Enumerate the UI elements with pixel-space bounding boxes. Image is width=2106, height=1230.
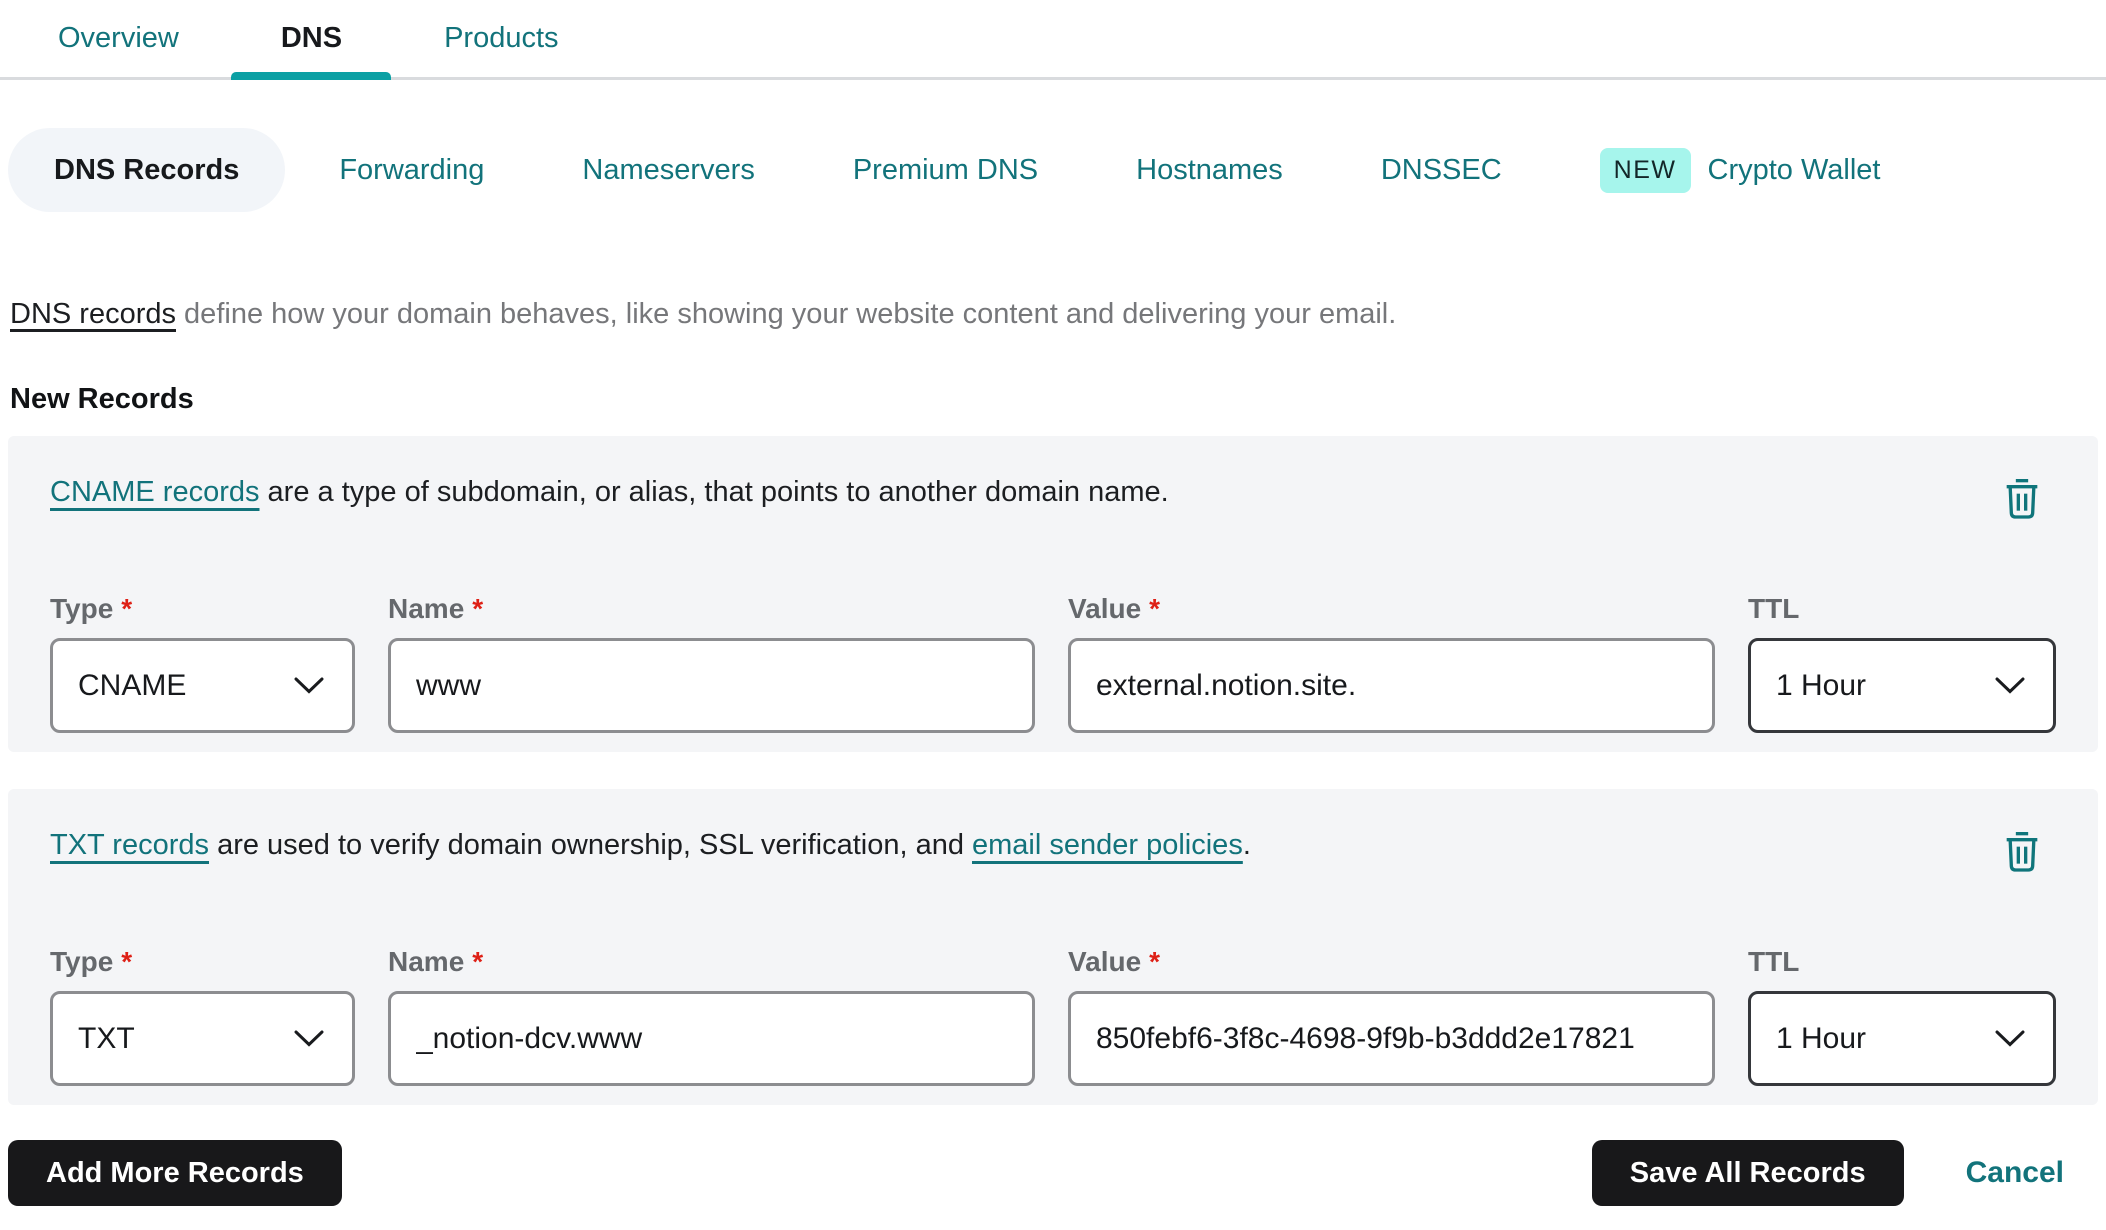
- cname-name-input[interactable]: [388, 638, 1035, 733]
- cname-type-field: Type * CNAME: [50, 594, 355, 733]
- dns-records-link[interactable]: DNS records: [10, 298, 176, 330]
- delete-txt-record-button[interactable]: [2002, 831, 2042, 875]
- txt-records-link[interactable]: TXT records: [50, 829, 209, 861]
- dns-subtabs: DNS Records Forwarding Nameservers Premi…: [8, 128, 2106, 212]
- tab-overview[interactable]: Overview: [58, 0, 179, 77]
- email-sender-policies-link[interactable]: email sender policies: [972, 829, 1243, 861]
- subtab-forwarding[interactable]: Forwarding: [339, 154, 484, 187]
- cname-name-field: Name *: [388, 594, 1035, 733]
- delete-cname-record-button[interactable]: [2002, 478, 2042, 522]
- value-label: Value *: [1068, 593, 1161, 624]
- domain-tabbar: Overview DNS Products: [0, 0, 2106, 80]
- save-all-records-button[interactable]: Save All Records: [1591, 1140, 1904, 1206]
- required-asterisk: *: [472, 593, 484, 624]
- subtab-crypto-wallet[interactable]: NEW Crypto Wallet: [1599, 147, 1881, 193]
- txt-type-field: Type * TXT: [50, 947, 355, 1086]
- cname-description: CNAME records are a type of subdomain, o…: [50, 474, 1169, 510]
- txt-name-field: Name *: [388, 947, 1035, 1086]
- subtab-premium-dns[interactable]: Premium DNS: [853, 154, 1038, 187]
- subtab-crypto-wallet-label: Crypto Wallet: [1707, 153, 1881, 186]
- cname-type-value: CNAME: [78, 668, 187, 702]
- actions-right-group: Save All Records Cancel: [1591, 1140, 2064, 1206]
- type-label: Type *: [50, 593, 133, 624]
- chevron-down-icon: [294, 1030, 324, 1047]
- name-label: Name *: [388, 946, 484, 977]
- cname-type-select[interactable]: CNAME: [50, 638, 355, 733]
- actions-bar: Add More Records Save All Records Cancel: [8, 1140, 2064, 1206]
- name-label: Name *: [388, 593, 484, 624]
- add-more-records-button[interactable]: Add More Records: [8, 1140, 342, 1206]
- txt-name-input[interactable]: [388, 991, 1035, 1086]
- subtab-hostnames[interactable]: Hostnames: [1136, 154, 1283, 187]
- txt-ttl-select[interactable]: 1 Hour: [1748, 991, 2056, 1086]
- value-label: Value *: [1068, 946, 1161, 977]
- record-card-cname: CNAME records are a type of subdomain, o…: [8, 436, 2098, 752]
- type-label: Type *: [50, 946, 133, 977]
- subtab-dnssec[interactable]: DNSSEC: [1381, 154, 1502, 187]
- txt-type-select[interactable]: TXT: [50, 991, 355, 1086]
- required-asterisk: *: [1149, 946, 1161, 977]
- chevron-down-icon: [1995, 677, 2025, 694]
- txt-type-value: TXT: [78, 1021, 135, 1055]
- tab-products[interactable]: Products: [444, 0, 558, 77]
- subtab-dns-records[interactable]: DNS Records: [8, 128, 286, 212]
- cname-value-input[interactable]: [1068, 638, 1715, 733]
- txt-value-input[interactable]: [1068, 991, 1715, 1086]
- tab-dns[interactable]: DNS: [281, 0, 342, 77]
- required-asterisk: *: [1149, 593, 1161, 624]
- txt-description-mid: are used to verify domain ownership, SSL…: [209, 829, 973, 861]
- required-asterisk: *: [121, 946, 133, 977]
- new-records-heading: New Records: [10, 383, 194, 415]
- txt-ttl-field: TTL 1 Hour: [1748, 947, 2056, 1086]
- cname-description-rest: are a type of subdomain, or alias, that …: [259, 476, 1169, 508]
- card-top-row: CNAME records are a type of subdomain, o…: [50, 474, 2056, 522]
- cname-fields-row: Type* CNAME Name* Value* TTL 1 Hou: [50, 594, 2056, 733]
- cname-ttl-select[interactable]: 1 Hour: [1748, 638, 2056, 733]
- ttl-label: TTL: [1748, 946, 1800, 977]
- txt-value-field: Value *: [1068, 947, 1715, 1086]
- txt-description-end: .: [1242, 829, 1251, 861]
- cancel-link[interactable]: Cancel: [1966, 1156, 2064, 1190]
- cname-ttl-field: TTL 1 Hour: [1748, 594, 2056, 733]
- ttl-label: TTL: [1748, 593, 1800, 624]
- dns-intro-rest: define how your domain behaves, like sho…: [176, 298, 1397, 330]
- chevron-down-icon: [294, 677, 324, 694]
- txt-description: TXT records are used to verify domain ow…: [50, 827, 1251, 863]
- trash-icon: [2006, 479, 2038, 519]
- dns-intro-text: DNS records define how your domain behav…: [10, 296, 2106, 332]
- required-asterisk: *: [121, 593, 133, 624]
- new-badge: NEW: [1599, 147, 1691, 193]
- cname-records-link[interactable]: CNAME records: [50, 476, 260, 508]
- dns-management-page: Overview DNS Products DNS Records Forwar…: [0, 0, 2106, 1230]
- required-asterisk: *: [472, 946, 484, 977]
- cname-ttl-value: 1 Hour: [1776, 668, 1867, 702]
- txt-ttl-value: 1 Hour: [1776, 1021, 1867, 1055]
- chevron-down-icon: [1995, 1030, 2025, 1047]
- txt-fields-row: Type* TXT Name* Value* TTL 1 Hour: [50, 947, 2056, 1086]
- cname-value-field: Value *: [1068, 594, 1715, 733]
- subtab-nameservers[interactable]: Nameservers: [582, 154, 754, 187]
- record-card-txt: TXT records are used to verify domain ow…: [8, 789, 2098, 1105]
- trash-icon: [2006, 832, 2038, 872]
- card-top-row: TXT records are used to verify domain ow…: [50, 827, 2056, 875]
